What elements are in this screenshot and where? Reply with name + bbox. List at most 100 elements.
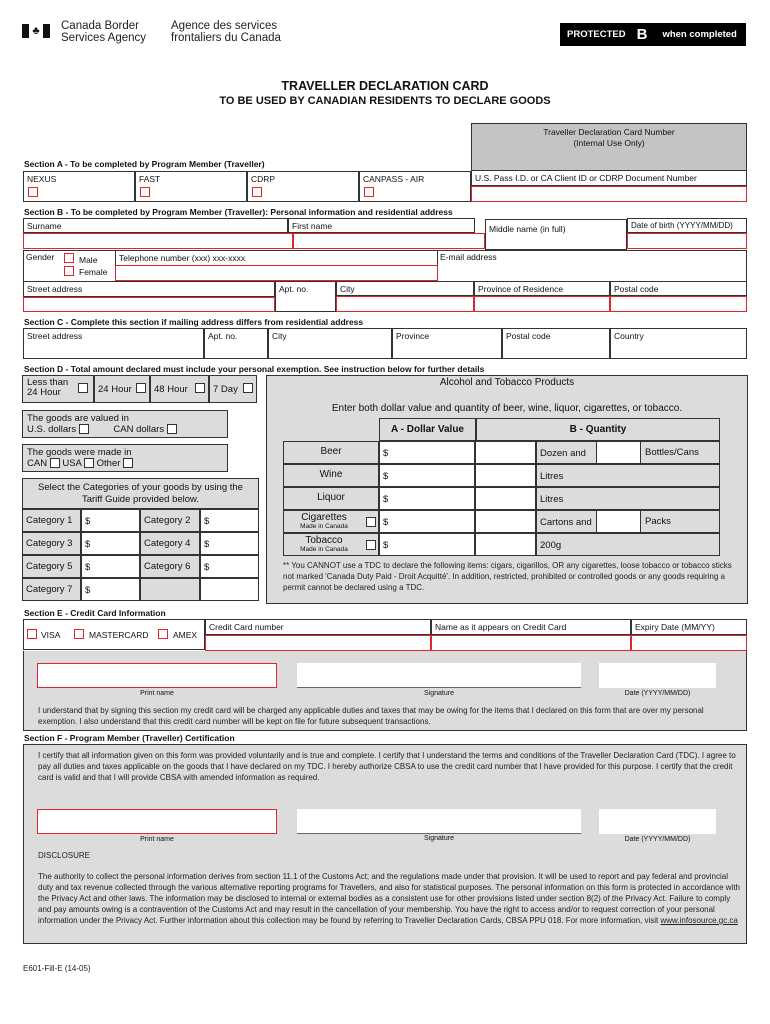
category-amount-input[interactable]: $ — [200, 555, 259, 578]
first-name-input[interactable] — [293, 233, 485, 249]
category-label-cell: Category 1 — [22, 509, 81, 532]
category-label-cell: Category 3 — [22, 532, 81, 555]
dollar-value-extra-input[interactable] — [475, 441, 536, 464]
category-amount-input[interactable]: $ — [81, 555, 140, 578]
province-input[interactable] — [474, 296, 610, 312]
quantity-input[interactable] — [596, 441, 641, 464]
section-e-heading: Section E - Credit Card Information — [24, 608, 166, 618]
visa-checkbox[interactable] — [27, 629, 37, 639]
dollar-sign: $ — [383, 517, 389, 528]
card-number-input[interactable] — [205, 635, 431, 651]
category-amount-input[interactable]: $ — [200, 509, 259, 532]
gender-label: Gender — [26, 252, 55, 262]
postal-input[interactable] — [610, 296, 747, 312]
telephone-input[interactable] — [115, 265, 438, 281]
usd-checkbox[interactable] — [78, 424, 89, 435]
form-code: E601-Fill-E (14-05) — [23, 964, 91, 973]
female-checkbox[interactable] — [64, 266, 74, 276]
dollar-value-extra-input[interactable] — [475, 510, 536, 533]
categories-intro-line1: Select the Categories of your goods by u… — [38, 482, 243, 493]
infosource-link[interactable]: www.infosource.gc.ca — [661, 916, 738, 925]
category-amount-input[interactable]: $ — [81, 532, 140, 555]
d7-checkbox[interactable] — [243, 383, 253, 393]
made-in-canada-checkbox[interactable] — [366, 517, 376, 527]
canada-flag-icon: ♣ — [22, 24, 50, 38]
quantity-input[interactable] — [596, 510, 641, 533]
card-number-box: Traveller Declaration Card Number (Inter… — [471, 123, 747, 171]
program-label: FAST — [139, 174, 161, 184]
mail-street-cell[interactable]: Street address — [23, 328, 204, 359]
category-label: Category 3 — [26, 538, 73, 549]
protected-badge: PROTECTED B when completed — [560, 23, 746, 46]
email-input[interactable] — [438, 263, 746, 281]
f-date-input[interactable] — [599, 809, 716, 834]
mail-country-cell[interactable]: Country — [610, 328, 747, 359]
alcohol-item-cell: Wine — [283, 464, 379, 487]
dollar-value-extra-input[interactable] — [475, 533, 536, 556]
postal-label: Postal code — [614, 284, 659, 294]
alcohol-item-cell: Cigarettes Made in Canada — [283, 510, 379, 533]
mail-apt-cell[interactable]: Apt. no. — [204, 328, 268, 359]
male-checkbox[interactable] — [64, 253, 74, 263]
mastercard-checkbox[interactable] — [74, 629, 84, 639]
category-amount-input[interactable]: $ — [200, 532, 259, 555]
middle-name-cell[interactable]: Middle name (in full) — [485, 219, 627, 250]
cad-label: CAN dollars — [113, 424, 165, 435]
quantity-unit2-label: Bottles/Cans — [645, 447, 699, 458]
dollar-sign: $ — [85, 539, 91, 550]
amex-label: AMEX — [173, 630, 198, 640]
made-in-canada-checkbox[interactable] — [366, 540, 376, 550]
dollar-value-extra-input[interactable] — [475, 487, 536, 510]
dob-input[interactable] — [627, 233, 747, 249]
dollar-value-input[interactable]: $ — [379, 487, 475, 510]
expiry-label-cell: Expiry Date (MM/YY) — [631, 619, 747, 635]
e-print-name-input[interactable] — [37, 663, 277, 688]
protected-level: B — [636, 26, 648, 43]
category-amount-input[interactable]: $ — [81, 509, 140, 532]
section-a-heading: Section A - To be completed by Program M… — [24, 159, 265, 169]
expiry-label: Expiry Date (MM/YY) — [635, 622, 715, 632]
mail-postal-cell[interactable]: Postal code — [502, 328, 610, 359]
made-in-canada-label: Made in Canada — [300, 523, 348, 530]
cdrp-checkbox[interactable] — [252, 187, 262, 197]
street-input[interactable] — [23, 297, 275, 312]
expiry-input[interactable] — [631, 635, 747, 651]
program-label: CDRP — [251, 174, 276, 184]
can-checkbox[interactable] — [49, 458, 60, 469]
usa-checkbox[interactable] — [84, 458, 94, 469]
fast-checkbox[interactable] — [140, 187, 150, 197]
program-label: NEXUS — [27, 174, 57, 184]
agency-fr-line2: frontaliers du Canada — [171, 32, 281, 44]
f-signature-input[interactable] — [297, 809, 581, 834]
category-amount-input[interactable]: $ — [81, 578, 140, 601]
dollar-value-extra-input[interactable] — [475, 464, 536, 487]
name-on-card-label-cell: Name as it appears on Credit Card — [431, 619, 631, 635]
dollar-value-input[interactable]: $ — [379, 533, 475, 556]
nexus-checkbox[interactable] — [28, 187, 38, 197]
canpass-air-checkbox[interactable] — [364, 187, 374, 197]
e-date-input[interactable] — [599, 663, 716, 688]
cad-checkbox[interactable] — [166, 424, 177, 435]
mail-province-cell[interactable]: Province — [392, 328, 502, 359]
city-input[interactable] — [336, 296, 474, 312]
f-print-name-input[interactable] — [37, 809, 277, 834]
mail-city-cell[interactable]: City — [268, 328, 392, 359]
name-on-card-input[interactable] — [431, 635, 631, 651]
category-label-cell: Category 6 — [140, 555, 200, 578]
h24-checkbox[interactable] — [136, 383, 146, 393]
e-signature-input[interactable] — [297, 663, 581, 688]
section-b-heading: Section B - To be completed by Program M… — [24, 207, 453, 217]
amex-checkbox[interactable] — [158, 629, 168, 639]
less-24-checkbox[interactable] — [78, 383, 88, 393]
dollar-value-input[interactable]: $ — [379, 464, 475, 487]
dollar-value-input[interactable]: $ — [379, 441, 475, 464]
surname-input[interactable] — [23, 233, 293, 249]
alcohol-item-cell: Liquor — [283, 487, 379, 510]
other-checkbox[interactable] — [123, 458, 134, 469]
h48-checkbox[interactable] — [195, 383, 205, 393]
apt-cell[interactable]: Apt. no. — [275, 281, 336, 312]
id-number-input[interactable] — [471, 186, 747, 202]
alcohol-instruction: Enter both dollar value and quantity of … — [331, 403, 683, 414]
agency-name-en: Canada Border Services Agency — [61, 20, 146, 44]
dollar-value-input[interactable]: $ — [379, 510, 475, 533]
